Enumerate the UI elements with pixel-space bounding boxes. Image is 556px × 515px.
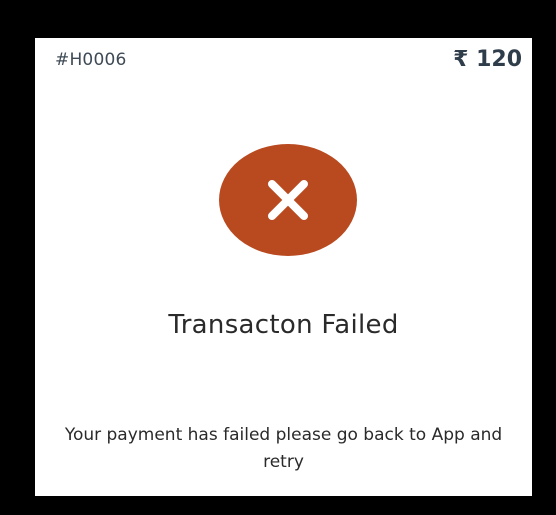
payment-amount: ₹ 120 — [453, 47, 522, 72]
screen: #H0006 ₹ 120 Transacton Failed Your paym… — [0, 0, 556, 515]
status-title: Transacton Failed — [168, 310, 399, 340]
close-icon — [268, 180, 308, 220]
status-message: Your payment has failed please go back t… — [64, 425, 503, 472]
failed-status-badge — [219, 144, 357, 256]
order-id: #H0006 — [55, 50, 127, 70]
payment-status-card: #H0006 ₹ 120 Transacton Failed Your paym… — [35, 38, 532, 496]
